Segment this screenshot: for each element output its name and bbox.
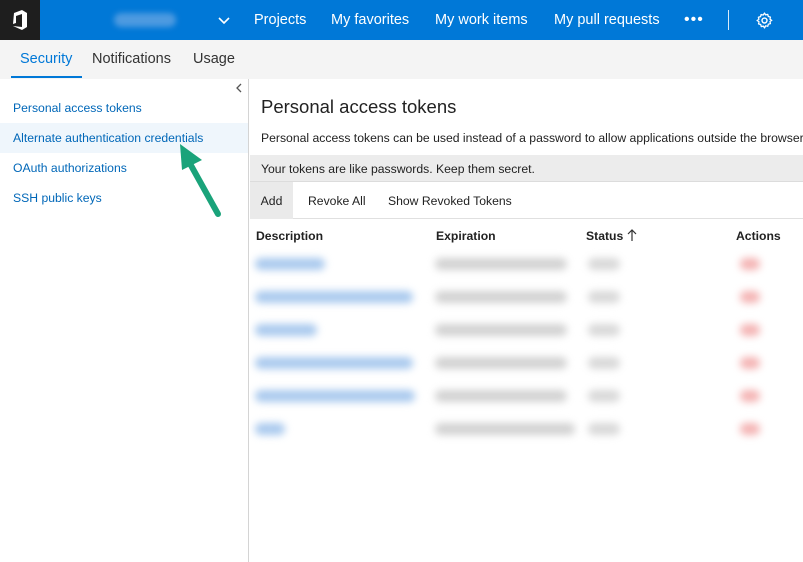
token-action-blurred[interactable]: [740, 390, 760, 402]
token-action-blurred[interactable]: [740, 258, 760, 270]
token-action-blurred[interactable]: [740, 357, 760, 369]
tab-security[interactable]: Security: [20, 51, 72, 67]
column-header-actions: Actions: [736, 229, 781, 243]
token-description-blurred[interactable]: [255, 423, 285, 435]
nav-my-favorites[interactable]: My favorites: [331, 0, 409, 40]
table-row[interactable]: [250, 281, 803, 314]
token-description-blurred[interactable]: [255, 357, 413, 369]
collapse-sidebar-icon[interactable]: [234, 83, 244, 93]
account-switcher[interactable]: [40, 0, 240, 40]
main-content: Personal access tokens Personal access t…: [250, 79, 803, 562]
active-tab-indicator: [11, 76, 82, 78]
token-action-blurred[interactable]: [740, 324, 760, 336]
column-header-description[interactable]: Description: [256, 229, 323, 243]
token-status-blurred: [588, 390, 620, 402]
sidebar-item-personal-access-tokens[interactable]: Personal access tokens: [0, 93, 248, 123]
page-title: Personal access tokens: [261, 96, 457, 117]
token-description-blurred[interactable]: [255, 291, 413, 303]
table-row[interactable]: [250, 248, 803, 281]
nav-my-pull-requests[interactable]: My pull requests: [554, 0, 660, 40]
token-status-blurred: [588, 258, 620, 270]
chevron-down-icon[interactable]: [216, 12, 232, 28]
column-header-expiration[interactable]: Expiration: [436, 229, 496, 243]
token-status-blurred: [588, 324, 620, 336]
token-description-blurred[interactable]: [255, 324, 317, 336]
token-expiration-blurred: [435, 291, 567, 303]
token-expiration-blurred: [435, 423, 575, 435]
token-expiration-blurred: [435, 357, 567, 369]
table-row[interactable]: [250, 413, 803, 446]
warning-banner: Your tokens are like passwords. Keep the…: [250, 155, 803, 182]
revoke-all-button[interactable]: Revoke All: [308, 182, 366, 219]
top-nav-bar: Projects My favorites My work items My p…: [0, 0, 803, 40]
table-row[interactable]: [250, 314, 803, 347]
sort-ascending-icon[interactable]: [626, 228, 638, 242]
token-description-blurred[interactable]: [255, 390, 415, 402]
add-token-button[interactable]: Add: [250, 182, 293, 219]
token-description-blurred[interactable]: [255, 258, 325, 270]
tab-notifications[interactable]: Notifications: [92, 51, 171, 67]
vsts-logo-icon[interactable]: [0, 0, 40, 40]
token-status-blurred: [588, 423, 620, 435]
token-action-blurred[interactable]: [740, 423, 760, 435]
settings-sub-nav: Security Notifications Usage: [0, 40, 803, 79]
token-action-blurred[interactable]: [740, 291, 760, 303]
account-name-blurred: [114, 13, 176, 27]
nav-divider: [728, 10, 729, 30]
tab-usage[interactable]: Usage: [193, 51, 235, 67]
nav-projects[interactable]: Projects: [254, 0, 306, 40]
token-toolbar: Add Revoke All Show Revoked Tokens: [250, 182, 803, 219]
token-status-blurred: [588, 357, 620, 369]
page-description: Personal access tokens can be used inste…: [261, 131, 803, 145]
table-row[interactable]: [250, 347, 803, 380]
token-expiration-blurred: [435, 324, 567, 336]
show-revoked-tokens-button[interactable]: Show Revoked Tokens: [388, 182, 512, 219]
column-header-status[interactable]: Status: [586, 229, 623, 243]
warning-text: Your tokens are like passwords. Keep the…: [261, 162, 535, 176]
table-row[interactable]: [250, 380, 803, 413]
annotation-arrow-icon: [180, 144, 221, 217]
token-status-blurred: [588, 291, 620, 303]
more-options-icon[interactable]: •••: [684, 0, 704, 40]
gear-icon[interactable]: [756, 12, 773, 29]
nav-my-work-items[interactable]: My work items: [435, 0, 528, 40]
token-expiration-blurred: [435, 258, 567, 270]
token-expiration-blurred: [435, 390, 567, 402]
